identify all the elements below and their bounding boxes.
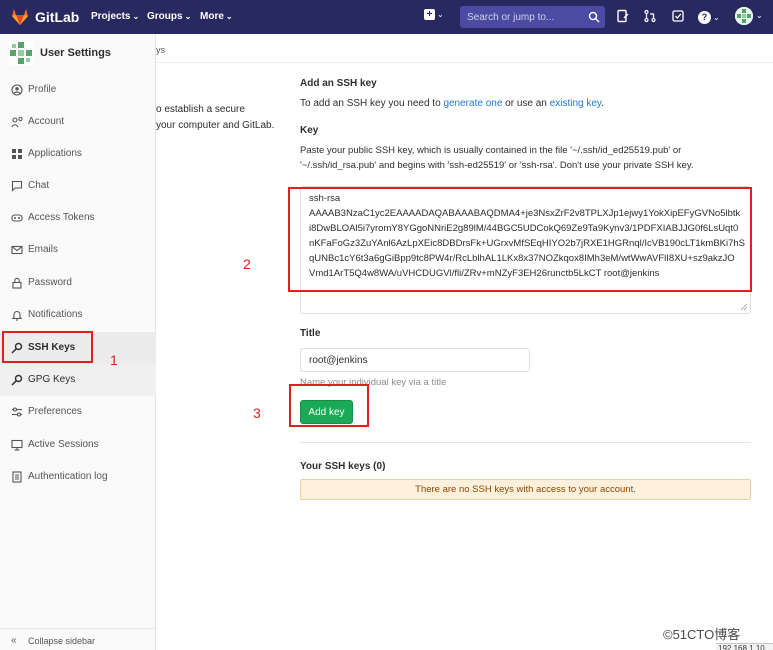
watermark: ©51CTO博客 (663, 627, 741, 642)
help-menu[interactable]: ? ⌄ (698, 9, 720, 27)
chevron-down-icon: ⌄ (713, 13, 720, 23)
sidebar-item-label: Password (28, 277, 72, 288)
key-help-text: Paste your public SSH key, which is usua… (300, 145, 682, 156)
chevron-down-icon: ⌄ (184, 12, 192, 21)
chevron-down-icon: ⌄ (437, 9, 444, 19)
title-input[interactable] (300, 348, 530, 372)
sidebar-item-chat[interactable]: Chat (0, 170, 156, 202)
collapse-sidebar-label: Collapse sidebar (28, 636, 96, 646)
sidebar-header[interactable]: User Settings (0, 34, 156, 70)
account-icon (11, 116, 23, 128)
section-description-line: o establish a secure (156, 104, 245, 115)
todos-icon[interactable] (671, 9, 685, 23)
sidebar-item-label: Applications (28, 148, 82, 159)
resize-handle-icon[interactable] (740, 303, 748, 311)
chevron-down-icon[interactable]: ⌄ (756, 11, 763, 20)
authentication-log-icon (12, 471, 22, 483)
chevron-down-icon: ⌄ (225, 12, 233, 21)
user-avatar (9, 41, 33, 65)
key-help-text: '~/.ssh/id_rsa.pub' and begins with 'ssh… (300, 160, 694, 171)
sidebar-item-password[interactable]: Password (0, 267, 156, 299)
no-keys-alert: There are no SSH keys with access to you… (300, 479, 751, 500)
sidebar-item-applications[interactable]: Applications (0, 138, 156, 170)
search-box (460, 6, 605, 28)
active-sessions-icon (11, 439, 23, 451)
collapse-sidebar-button[interactable]: « Collapse sidebar (0, 628, 156, 650)
sidebar-item-label: Notifications (28, 309, 83, 320)
taskbar-fragment: 192.168.1.10 (716, 643, 773, 650)
profile-icon (11, 84, 23, 96)
sidebar-item-label: Profile (28, 84, 57, 95)
chat-icon (11, 180, 23, 192)
gitlab-brand[interactable]: GitLab (35, 9, 79, 25)
emails-icon (11, 245, 23, 255)
sidebar-item-label: Emails (28, 244, 59, 255)
sidebar-item-notifications[interactable]: Notifications (0, 299, 156, 331)
merge-requests-icon[interactable] (643, 9, 657, 23)
add-ssh-key-heading: Add an SSH key (300, 78, 377, 89)
annotation-number: 3 (253, 405, 261, 421)
annotation-box-add-key (289, 384, 369, 427)
existing-key-link[interactable]: existing key (550, 98, 602, 109)
sidebar-item-label: Active Sessions (28, 439, 99, 450)
screenshot-root: GitLab Projects ⌄ Groups ⌄ More ⌄ + ⌄ Se… (0, 0, 773, 650)
sidebar-title: User Settings (40, 47, 111, 59)
new-item-dropdown[interactable]: + ⌄ (424, 8, 444, 20)
sidebar-item-access-tokens[interactable]: Access Tokens (0, 202, 156, 234)
section-description-line: your computer and GitLab. (156, 120, 275, 131)
sidebar-item-label: Authentication log (28, 471, 108, 482)
search-input[interactable] (460, 6, 580, 28)
annotation-box-ssh-keys (2, 331, 93, 363)
section-divider (300, 442, 751, 443)
top-navbar: GitLab Projects ⌄ Groups ⌄ More ⌄ + ⌄ Se… (0, 0, 773, 34)
title-label: Title (300, 328, 321, 339)
double-chevron-left-icon: « (11, 635, 17, 646)
generate-one-link[interactable]: generate one (443, 98, 502, 109)
gitlab-logo-icon[interactable] (10, 7, 30, 27)
breadcrumb-divider (156, 62, 773, 63)
groups-menu[interactable]: Groups ⌄ (147, 11, 191, 22)
gpg-keys-icon (11, 374, 23, 386)
password-icon (12, 277, 22, 289)
add-ssh-key-intro: To add an SSH key you need to generate o… (300, 98, 604, 109)
sidebar-item-account[interactable]: Account (0, 106, 156, 138)
sidebar-item-active-sessions[interactable]: Active Sessions (0, 429, 156, 461)
annotation-box-key-field (288, 187, 752, 292)
sidebar-item-label: Chat (28, 180, 50, 191)
help-icon: ? (698, 11, 711, 25)
annotation-number: 1 (110, 352, 118, 368)
breadcrumb[interactable]: ys (156, 45, 165, 55)
preferences-icon (12, 407, 22, 417)
sidebar-item-preferences[interactable]: Preferences (0, 396, 156, 428)
sidebar-item-authentication-log[interactable]: Authentication log (0, 461, 156, 493)
applications-icon (12, 149, 22, 159)
your-ssh-keys-heading: Your SSH keys (0) (300, 461, 386, 472)
sidebar-item-label: Access Tokens (28, 212, 95, 223)
sidebar-item-label: Preferences (28, 406, 82, 417)
key-label: Key (300, 125, 319, 136)
projects-menu[interactable]: Projects ⌄ (91, 11, 139, 22)
annotation-number: 2 (243, 256, 251, 272)
sidebar-item-label: Account (28, 116, 65, 127)
search-icon[interactable] (588, 11, 600, 23)
sidebar-item-label: GPG Keys (28, 374, 76, 385)
access-tokens-icon (11, 214, 23, 222)
plus-square-icon: + (424, 8, 435, 20)
notifications-icon (11, 311, 23, 321)
sidebar-item-gpg-keys[interactable]: GPG Keys (0, 364, 156, 396)
sidebar-item-profile[interactable]: Profile (0, 74, 156, 106)
more-menu[interactable]: More ⌄ (200, 11, 233, 22)
sidebar-item-emails[interactable]: Emails (0, 234, 156, 266)
user-avatar[interactable] (735, 7, 753, 25)
issues-icon[interactable] (616, 9, 630, 23)
chevron-down-icon: ⌄ (132, 12, 140, 21)
